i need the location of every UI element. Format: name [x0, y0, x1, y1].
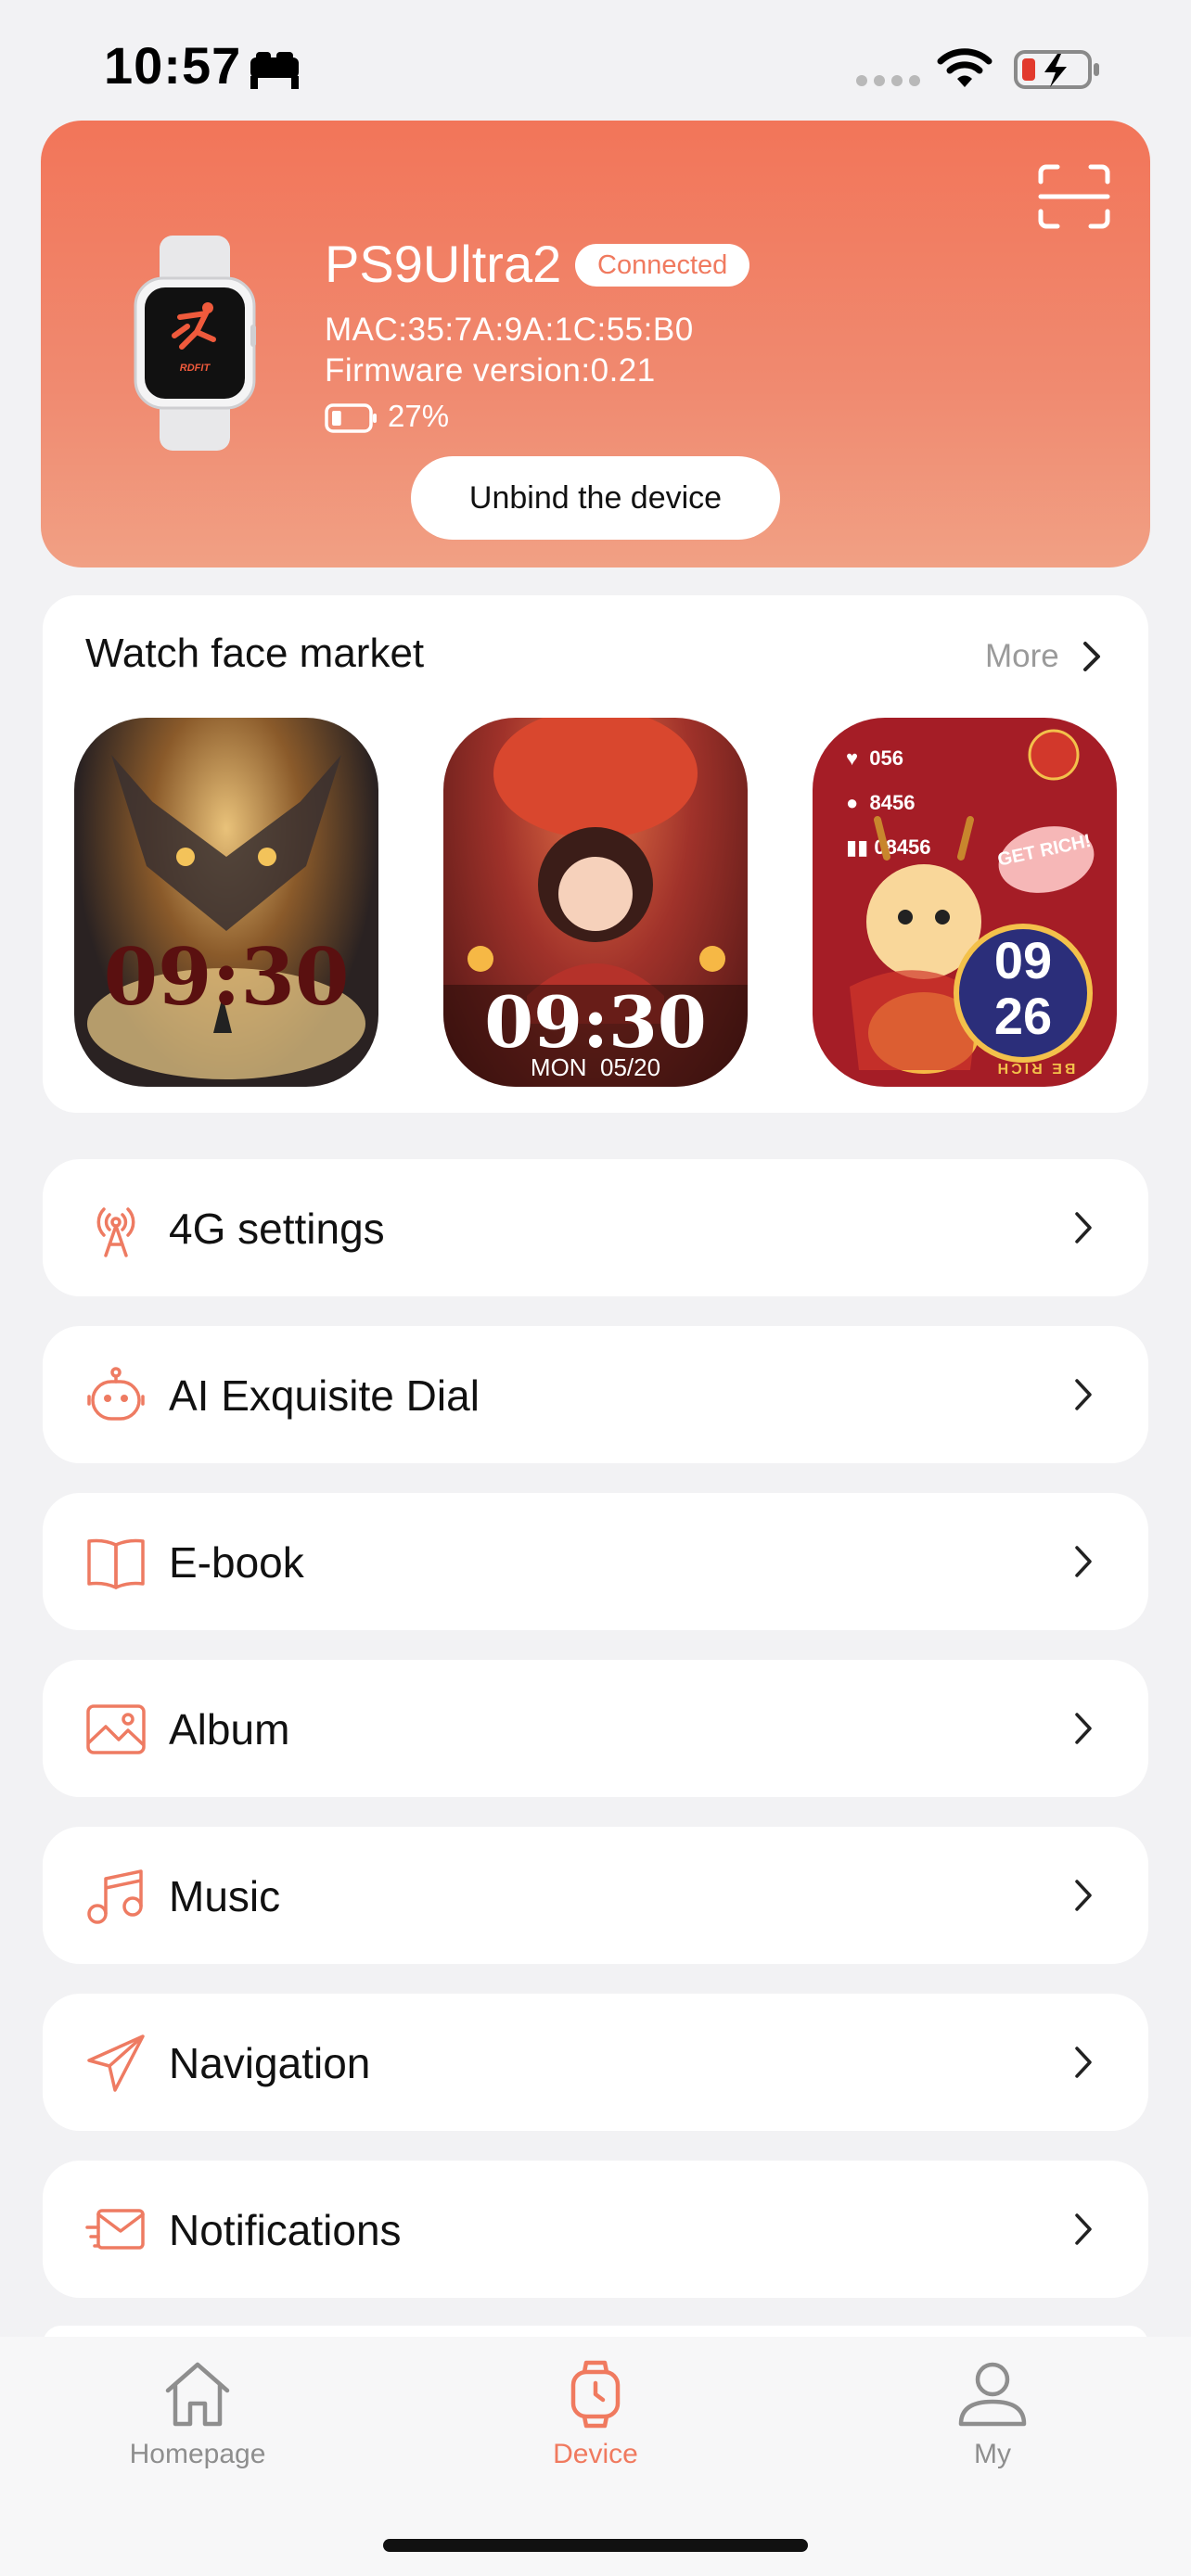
battery-percent: 27% [388, 399, 450, 433]
envelope-icon [85, 2209, 145, 2250]
antenna-icon [96, 1207, 135, 1257]
watch-icon [570, 2360, 621, 2429]
menu-row-label: AI Exquisite Dial [169, 1371, 480, 1420]
face-date: MON 05/20 [530, 1053, 661, 1081]
tab-homepage[interactable]: Homepage [86, 2359, 309, 2470]
robot-icon [87, 1367, 145, 1421]
paper-plane-icon [87, 2034, 145, 2092]
face-hour: 09 [993, 931, 1053, 989]
status-time: 10:57 [104, 36, 242, 95]
watch-image: RDFIT [134, 236, 256, 451]
tab-device[interactable]: Device [484, 2359, 707, 2470]
menu-row-label: Album [169, 1705, 290, 1753]
face-time: 09 26 [954, 933, 1093, 1044]
menu-row-album[interactable]: Album [43, 1660, 1148, 1797]
status-badge: Connected [575, 244, 750, 287]
tab-label: Device [553, 2439, 638, 2469]
watch-face-2[interactable]: 09:30 MON 05/20 [443, 718, 748, 1087]
watch-face-1[interactable]: 09:30 [74, 718, 378, 1087]
face-time: 09:30 [484, 981, 707, 1064]
scan-icon[interactable] [1037, 163, 1111, 230]
home-icon [165, 2362, 230, 2427]
menu-row-notifications[interactable]: Notifications [43, 2161, 1148, 2298]
menu-row-4g-settings[interactable]: 4G settings [43, 1159, 1148, 1296]
menu-row-navigation[interactable]: Navigation [43, 1994, 1148, 2131]
chevron-right-icon [1075, 1379, 1092, 1410]
firmware-version: Firmware version:0.21 [325, 352, 656, 389]
bed-icon [250, 52, 299, 89]
chevron-right-icon [1075, 2213, 1092, 2245]
watch-brand: RDFIT [180, 363, 211, 374]
book-icon [87, 1538, 145, 1589]
menu-row-label: Navigation [169, 2039, 371, 2087]
menu-row-ai-dial[interactable]: AI Exquisite Dial [43, 1326, 1148, 1463]
face-time: 09:30 [103, 931, 350, 1023]
chevron-right-icon[interactable] [1080, 640, 1104, 673]
menu-row-label: Notifications [169, 2206, 402, 2254]
mac-address: MAC:35:7A:9A:1C:55:B0 [325, 312, 694, 348]
section-title: Watch face market [85, 631, 425, 676]
unbind-button[interactable]: Unbind the device [411, 456, 780, 540]
more-link[interactable]: More [985, 638, 1059, 675]
user-icon [958, 2362, 1027, 2427]
menu-row-label: 4G settings [169, 1205, 385, 1253]
home-indicator [383, 2539, 808, 2552]
menu-row-label: Music [169, 1872, 281, 1920]
watch-face-3[interactable]: ♥ 056 ● 8456 ▮▮ 08456 GET RICH! 09 26 BE… [813, 718, 1117, 1087]
battery-icon [325, 403, 377, 433]
face-minute: 26 [993, 987, 1053, 1045]
device-name: PS9Ultra2 [325, 235, 562, 293]
wifi-icon [937, 48, 992, 87]
image-icon [86, 1704, 146, 1754]
menu-row-music[interactable]: Music [43, 1827, 1148, 1964]
menu-row-label: E-book [169, 1538, 304, 1587]
chevron-right-icon [1075, 1880, 1092, 1911]
tab-label: Homepage [129, 2439, 266, 2469]
menu-row-ebook[interactable]: E-book [43, 1493, 1148, 1630]
signal-dots-icon [856, 75, 920, 86]
music-note-icon [87, 1869, 143, 1924]
battery-charging-icon [1014, 50, 1099, 89]
chevron-right-icon [1075, 1546, 1092, 1577]
chevron-right-icon [1075, 1713, 1092, 1744]
chevron-right-icon [1075, 1212, 1092, 1243]
dragon-artwork [87, 755, 365, 1079]
chevron-right-icon [1075, 2047, 1092, 2078]
tab-label: My [974, 2439, 1011, 2469]
ring-text: BE RICH [994, 1060, 1076, 1076]
tab-my[interactable]: My [881, 2359, 1104, 2470]
